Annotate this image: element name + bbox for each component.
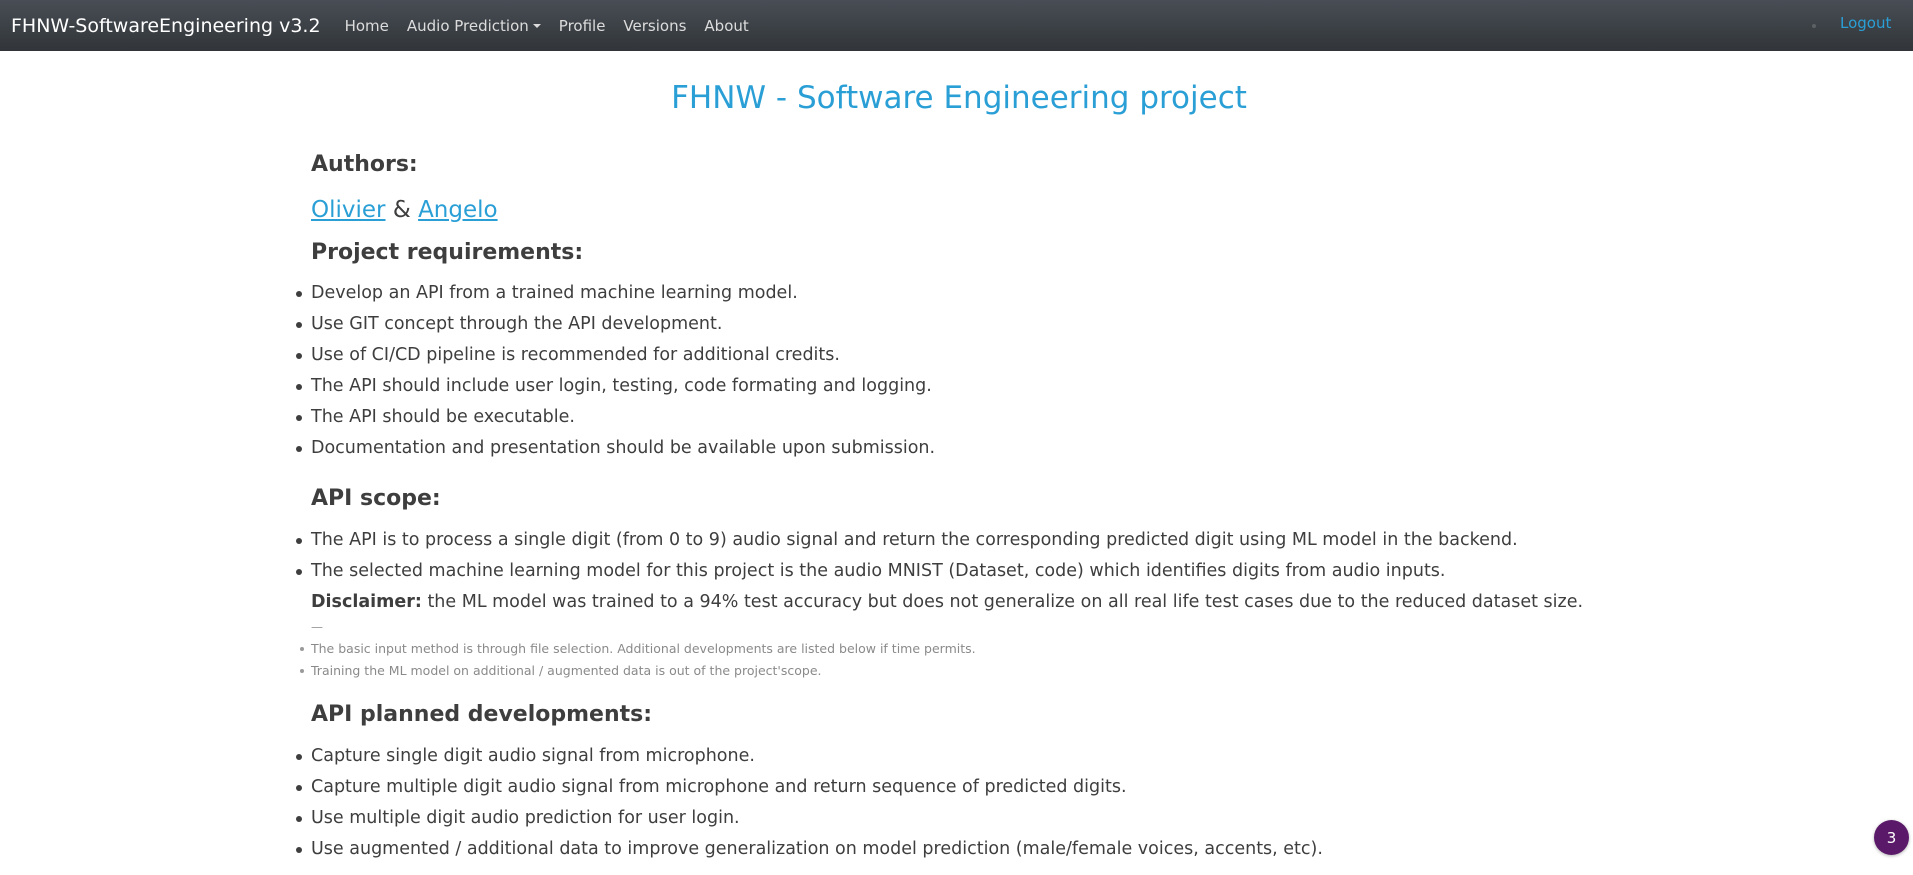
planned-developments-heading: API planned developments: — [311, 702, 653, 727]
page-title: FHNW - Software Engineering project — [671, 80, 1247, 116]
list-item: Develop an API from a trained machine le… — [295, 278, 935, 309]
nav-home[interactable]: Home — [339, 17, 395, 35]
disclaimer: Disclaimer: the ML model was trained to … — [311, 587, 1583, 618]
disclaimer-label: Disclaimer: — [311, 592, 422, 612]
author-link-angelo[interactable]: Angelo — [418, 197, 498, 223]
authors-line: Olivier & Angelo — [311, 194, 498, 226]
status-dot-icon — [1812, 24, 1816, 28]
list-item: Capture single digit audio signal from m… — [296, 741, 1323, 772]
list-item: Documentation and presentation should be… — [295, 433, 935, 464]
list-item: The API should be executable. — [295, 402, 935, 433]
list-item: The API should include user login, testi… — [295, 371, 935, 402]
api-scope-heading: API scope: — [311, 486, 441, 511]
list-item: The API is to process a single digit (fr… — [296, 525, 1518, 556]
navbar-brand[interactable]: FHNW-SoftwareEngineering v3.2 — [11, 15, 321, 37]
requirements-heading: Project requirements: — [311, 240, 584, 265]
list-item: The basic input method is through file s… — [300, 638, 976, 660]
planned-developments-list: Capture single digit audio signal from m… — [296, 741, 1323, 865]
authors-separator: & — [392, 197, 411, 223]
chevron-down-icon — [532, 23, 541, 28]
requirements-list: Develop an API from a trained machine le… — [295, 278, 935, 464]
authors-heading: Authors: — [311, 152, 418, 177]
list-item: Use multiple digit audio prediction for … — [296, 803, 1323, 834]
nav-audio-prediction-label: Audio Prediction — [406, 16, 529, 35]
logout-link[interactable]: Logout — [1840, 14, 1891, 32]
nav-about[interactable]: About — [698, 17, 754, 35]
list-item: Use GIT concept through the API developm… — [295, 309, 935, 340]
nav-versions[interactable]: Versions — [617, 17, 692, 35]
notes-list: The basic input method is through file s… — [300, 638, 976, 682]
author-link-olivier[interactable]: Olivier — [311, 197, 386, 223]
list-item: Capture multiple digit audio signal from… — [296, 772, 1323, 803]
nav-profile[interactable]: Profile — [553, 17, 612, 35]
nav-audio-prediction-dropdown[interactable]: Audio Prediction — [401, 17, 547, 35]
notification-badge[interactable]: 3 — [1874, 820, 1909, 855]
disclaimer-text: the ML model was trained to a 94% test a… — [427, 592, 1584, 612]
list-item: Use of CI/CD pipeline is recommended for… — [295, 340, 935, 371]
api-scope-list: The API is to process a single digit (fr… — [296, 525, 1518, 587]
list-item: The selected machine learning model for … — [296, 556, 1518, 587]
small-divider: — — [311, 620, 323, 634]
top-navbar: FHNW-SoftwareEngineering v3.2 Home Audio… — [0, 0, 1913, 51]
list-item: Use augmented / additional data to impro… — [296, 834, 1323, 865]
list-item: Training the ML model on additional / au… — [300, 660, 976, 682]
